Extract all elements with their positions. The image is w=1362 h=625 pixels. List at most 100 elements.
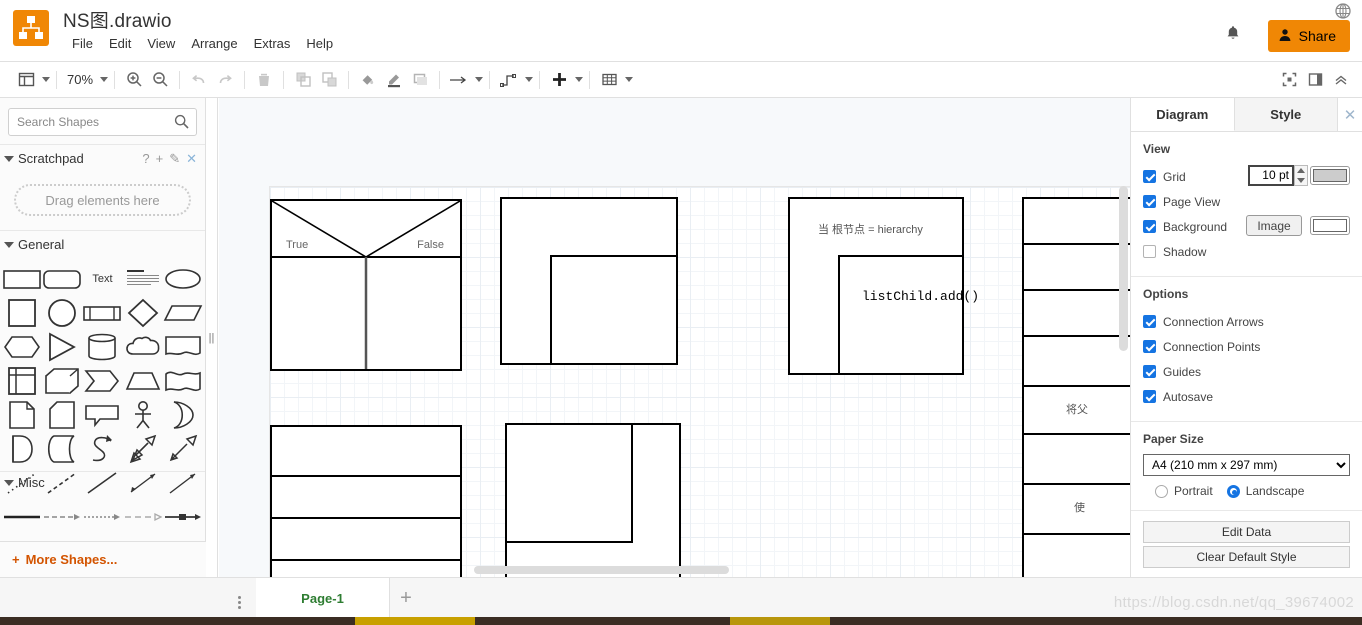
card-shape[interactable]	[42, 398, 82, 432]
square-shape[interactable]	[2, 296, 42, 330]
shadow-checkbox[interactable]	[1143, 245, 1156, 258]
menu-arrange[interactable]: Arrange	[183, 34, 245, 53]
hexagon-shape[interactable]	[2, 330, 42, 364]
step-shape[interactable]	[82, 364, 122, 398]
triangle-shape[interactable]	[42, 330, 82, 364]
bring-to-front-icon[interactable]	[290, 67, 316, 93]
edit-pencil-icon[interactable]: ✎	[169, 151, 180, 167]
edit-data-button[interactable]: Edit Data	[1143, 521, 1350, 543]
sidebar-section-general[interactable]: General	[0, 230, 205, 258]
help-icon[interactable]: ?	[142, 151, 149, 166]
cloud-shape[interactable]	[123, 330, 163, 364]
menu-edit[interactable]: Edit	[101, 34, 139, 53]
language-globe-icon[interactable]	[1334, 2, 1352, 20]
sidebar-section-scratchpad[interactable]: Scratchpad ? + ✎ ✕	[0, 144, 205, 172]
link-with-box-shape[interactable]	[163, 500, 203, 534]
cube-shape[interactable]	[42, 364, 82, 398]
toggle-format-panel-icon[interactable]	[1302, 67, 1328, 93]
tab-diagram[interactable]: Diagram	[1131, 98, 1235, 131]
text-shape[interactable]: Text	[82, 262, 122, 296]
autosave-checkbox[interactable]	[1143, 390, 1156, 403]
redo-icon[interactable]	[212, 67, 238, 93]
ns-sequence-shape[interactable]	[270, 425, 462, 577]
ns-loop-bottom-shape[interactable]	[505, 423, 681, 577]
add-page-icon[interactable]: +	[390, 578, 422, 619]
ellipse-shape[interactable]	[163, 262, 203, 296]
share-button[interactable]: Share	[1267, 20, 1350, 52]
notification-bell-icon[interactable]	[1224, 24, 1242, 42]
canvas-vertical-scrollbar[interactable]	[1119, 186, 1128, 351]
page-view-checkbox[interactable]	[1143, 195, 1156, 208]
close-icon[interactable]: ✕	[186, 151, 197, 167]
table-caret-icon[interactable]	[625, 77, 634, 82]
solid-link-shape[interactable]	[2, 500, 42, 534]
menu-help[interactable]: Help	[298, 34, 341, 53]
undo-icon[interactable]	[186, 67, 212, 93]
clear-default-style-button[interactable]: Clear Default Style	[1143, 546, 1350, 568]
connection-caret-icon[interactable]	[475, 77, 484, 82]
fullscreen-icon[interactable]	[1276, 67, 1302, 93]
waypoints-icon[interactable]	[496, 67, 522, 93]
diamond-shape[interactable]	[123, 296, 163, 330]
arrow-shape[interactable]	[163, 432, 203, 466]
diagram-canvas[interactable]: True False 当 根节点 = hierarchy listChild.a…	[219, 98, 1130, 577]
dashed-arrow-link-shape[interactable]	[42, 500, 82, 534]
page-tab-page-1[interactable]: Page-1	[256, 578, 390, 619]
scratchpad-drop-zone[interactable]: Drag elements here	[14, 184, 191, 216]
ns-loop-shape[interactable]	[500, 197, 678, 365]
dashed-connector-shape[interactable]	[123, 500, 163, 534]
data-storage-shape[interactable]	[42, 432, 82, 466]
connection-arrow-icon[interactable]	[446, 67, 472, 93]
more-shapes-button[interactable]: + More Shapes...	[0, 541, 206, 577]
sidebar-splitter[interactable]: ||	[206, 98, 218, 577]
add-icon[interactable]: +	[156, 151, 164, 166]
canvas-horizontal-scrollbar[interactable]	[474, 566, 729, 574]
note-shape[interactable]	[2, 398, 42, 432]
process-shape[interactable]	[82, 296, 122, 330]
callout-shape[interactable]	[82, 398, 122, 432]
search-icon[interactable]	[174, 114, 189, 132]
trash-icon[interactable]	[251, 67, 277, 93]
and-shape[interactable]	[2, 432, 42, 466]
tab-style[interactable]: Style	[1234, 98, 1338, 131]
view-layout-icon[interactable]	[13, 67, 39, 93]
page-menu-icon[interactable]	[230, 590, 248, 614]
ns-decision-shape[interactable]: True False	[270, 199, 462, 371]
background-checkbox[interactable]	[1143, 220, 1156, 233]
zoom-out-icon[interactable]	[147, 67, 173, 93]
insert-plus-icon[interactable]	[546, 67, 572, 93]
or-shape[interactable]	[163, 398, 203, 432]
grid-checkbox[interactable]	[1143, 170, 1156, 183]
landscape-radio[interactable]	[1226, 484, 1240, 498]
guides-checkbox[interactable]	[1143, 365, 1156, 378]
dotted-arrow-link-shape[interactable]	[82, 500, 122, 534]
table-icon[interactable]	[596, 67, 622, 93]
actor-shape[interactable]	[123, 398, 163, 432]
zoom-caret-icon[interactable]	[100, 77, 109, 82]
fill-color-icon[interactable]	[355, 67, 381, 93]
zoom-level-label[interactable]: 70%	[63, 72, 97, 87]
grid-size-input[interactable]: 10 pt	[1248, 165, 1294, 186]
rectangle-shape[interactable]	[2, 262, 42, 296]
tape-shape[interactable]	[163, 364, 203, 398]
connection-arrows-checkbox[interactable]	[1143, 315, 1156, 328]
line-color-icon[interactable]	[381, 67, 407, 93]
close-icon[interactable]: ✕	[1338, 98, 1362, 131]
view-layout-caret-icon[interactable]	[42, 77, 50, 82]
menu-extras[interactable]: Extras	[246, 34, 299, 53]
ns-loop-labeled-shape[interactable]: 当 根节点 = hierarchy listChild.add()	[788, 197, 979, 375]
shape-style-icon[interactable]	[407, 67, 433, 93]
cylinder-shape[interactable]	[82, 330, 122, 364]
zoom-in-icon[interactable]	[121, 67, 147, 93]
search-shapes-input[interactable]	[8, 108, 197, 136]
collapse-toolbar-icon[interactable]	[1328, 67, 1354, 93]
circle-shape[interactable]	[42, 296, 82, 330]
bidirectional-arrow-shape[interactable]	[123, 432, 163, 466]
internal-storage-shape[interactable]	[2, 364, 42, 398]
insert-caret-icon[interactable]	[575, 77, 584, 82]
parallelogram-shape[interactable]	[163, 296, 203, 330]
ns-sequence-clipped-shape[interactable]: 将父 使	[1022, 197, 1130, 577]
sidebar-section-misc[interactable]: Misc	[0, 471, 205, 493]
paper-size-select[interactable]: A4 (210 mm x 297 mm)	[1143, 454, 1350, 476]
textbox-shape[interactable]	[123, 262, 163, 296]
